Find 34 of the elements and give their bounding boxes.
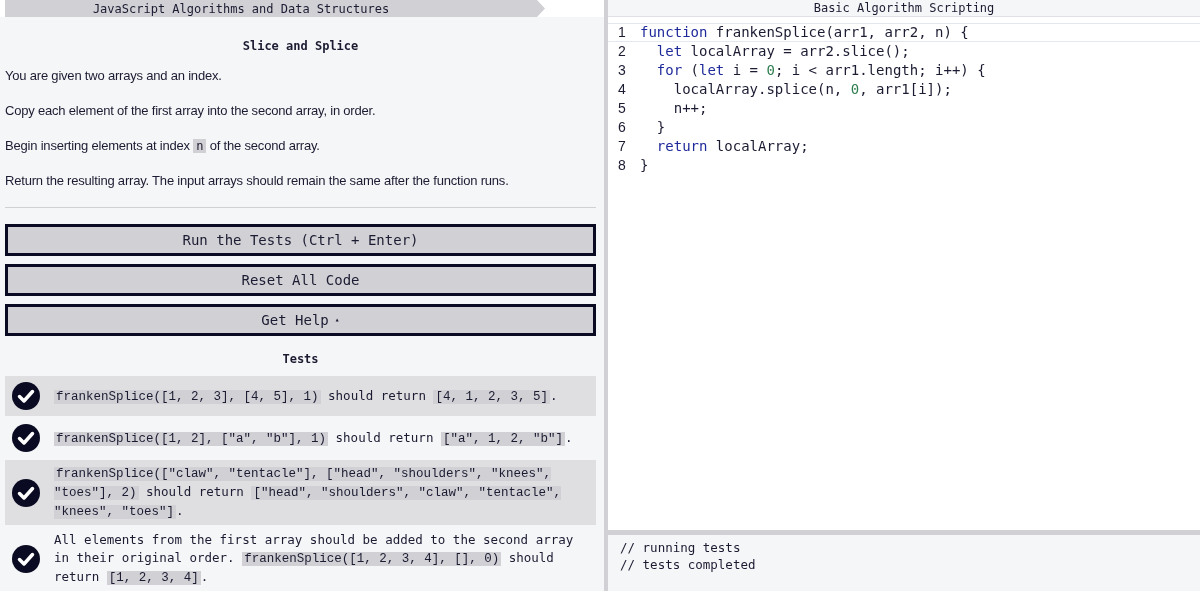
- test-description: frankenSplice([1, 2], ["a", "b"], 1) should return ["a", 1, 2, "b"] .: [54, 428, 573, 448]
- code-line: let localArray = arr2.slice();: [655, 42, 910, 61]
- code-line: return localArray;: [655, 137, 809, 156]
- line-number: 1: [617, 23, 627, 42]
- code-line: function frankenSplice(arr1, arr2, n) {: [640, 23, 969, 42]
- description-paragraph: Copy each element of the first array into the second array, in order.: [5, 102, 377, 120]
- console-line: // tests completed: [620, 556, 757, 573]
- get-help-button[interactable]: Get Help ▴: [5, 304, 596, 336]
- line-number: 8: [617, 156, 627, 175]
- description-paragraph: Begin inserting elements at index n of the second array.: [5, 137, 321, 155]
- description-paragraph: You are given two arrays and an index.: [5, 67, 223, 85]
- breadcrumb-arrow-icon: [537, 0, 545, 17]
- line-number: 3: [617, 61, 627, 80]
- tests-heading: Tests: [281, 351, 320, 368]
- code-editor[interactable]: 1 function frankenSplice(arr1, arr2, n) { 2 let localArray = arr2.slice(); 3 for (let i = 0; i < arr1.length; i++) { 4 localArray.splice(n, 0, arr1[i]); 5 n++; 6 } 7 return localArray; 8 }: [608, 17, 1200, 530]
- code-line: for (let i = 0; i < arr1.length; i++) {: [655, 61, 986, 80]
- console-line: // running tests: [620, 539, 742, 556]
- breadcrumb[interactable]: Basic Algorithm Scripting: [608, 0, 1200, 17]
- reset-code-button[interactable]: Reset All Code: [5, 264, 596, 296]
- line-number: 5: [617, 99, 627, 118]
- test-description: All elements from the first array should be added to the second array in their original order. frankenSplice([1, 2, 3, 4], [], 0) should return [1, 2, 3, 4] .: [54, 531, 575, 587]
- code-line: localArray.splice(n, 0, arr1[i]);: [672, 80, 952, 99]
- run-tests-button[interactable]: Run the Tests (Ctrl + Enter): [5, 224, 596, 256]
- challenge-title: Slice and Splice: [241, 38, 360, 55]
- code-line: }: [655, 118, 666, 137]
- test-description: frankenSplice([1, 2, 3], [4, 5], 1) should return [4, 1, 2, 3, 5] .: [54, 386, 558, 406]
- line-number: 2: [617, 42, 627, 61]
- description-paragraph: Return the resulting array. The input arrays should remain the same after the function runs.: [5, 172, 510, 190]
- line-number: 6: [617, 118, 627, 137]
- line-number: 4: [617, 80, 627, 99]
- test-description: frankenSplice(["claw", "tentacle"], ["head", "shoulders", "knees", "toes"], 2) should return ["head", "shoulders", "claw", "tentacle", "knees", "toes"] .: [54, 466, 562, 521]
- code-line: n++;: [672, 99, 708, 118]
- code-line: }: [640, 156, 649, 175]
- line-number: 7: [617, 137, 627, 156]
